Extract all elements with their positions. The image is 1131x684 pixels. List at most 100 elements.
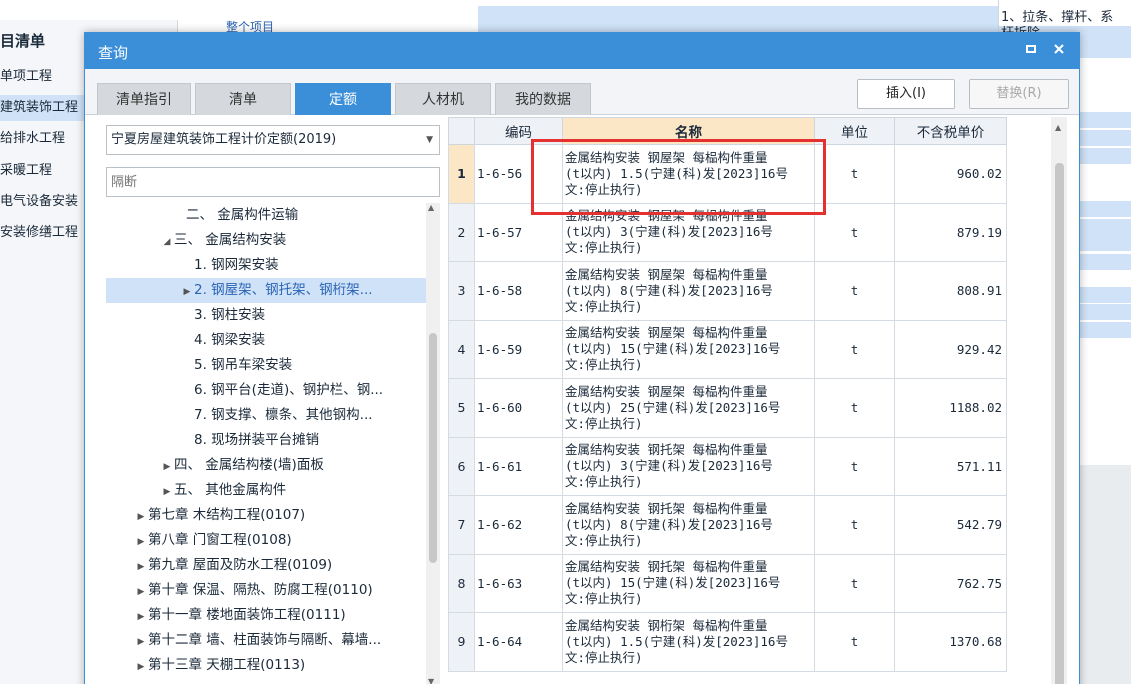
quota-price[interactable]: 1370.68 <box>894 612 1007 672</box>
dialog-titlebar[interactable]: 查询 <box>85 33 1079 69</box>
tree-node[interactable]: ▶ 第十章 保温、隔热、防腐工程(0110) <box>106 578 426 603</box>
table-row[interactable]: 9 1-6-64 金属结构安装 钢桁架 每榀构件重量 (t以内) 1.5(宁建(科… <box>448 612 1007 672</box>
tab-materials[interactable]: 人材机 <box>395 83 491 115</box>
expand-icon: ▶ <box>183 287 191 297</box>
tree-node[interactable]: ▶ 第十二章 墙、柱面装饰与隔断、幕墙... <box>106 628 426 653</box>
tree-node[interactable]: 3. 钢柱安装 <box>106 303 426 328</box>
quota-unit[interactable]: t <box>814 144 895 204</box>
quota-code[interactable]: 1-6-64 <box>474 612 563 672</box>
quota-unit[interactable]: t <box>814 378 895 438</box>
restore-icon[interactable] <box>1019 39 1043 61</box>
tree-node[interactable]: 1. 钢网架安装 <box>106 253 426 278</box>
tree-node[interactable]: ◢ 三、 金属结构安装 <box>106 228 426 253</box>
quota-unit[interactable]: t <box>814 553 895 613</box>
quota-name-line: 金属结构安装 钢托架 每榀构件重量 <box>565 442 768 458</box>
row-index: 5 <box>448 378 475 438</box>
quota-name[interactable]: 金属结构安装 钢托架 每榀构件重量 (t以内) 3(宁建(科)发[2023]16号… <box>562 436 815 496</box>
quota-name-line: 文:停止执行) <box>565 591 643 607</box>
quota-unit[interactable]: t <box>814 202 895 262</box>
quota-code[interactable]: 1-6-58 <box>474 261 563 321</box>
tree-node-selected[interactable]: ▶ 2. 钢屋架、钢托架、钢桁架... <box>106 278 426 303</box>
quota-price[interactable]: 542.79 <box>894 495 1007 555</box>
quota-unit[interactable]: t <box>814 319 895 379</box>
quota-price[interactable]: 1188.02 <box>894 378 1007 438</box>
quota-price[interactable]: 879.19 <box>894 202 1007 262</box>
tree-node[interactable]: ▶ 第七章 木结构工程(0107) <box>106 503 426 528</box>
tree-node-label: 3. 钢柱安装 <box>194 307 266 323</box>
quota-price[interactable]: 762.75 <box>894 553 1007 613</box>
quota-name[interactable]: 金属结构安装 钢托架 每榀构件重量 (t以内) 15(宁建(科)发[2023]16… <box>562 553 815 613</box>
project-item[interactable]: 电气设备安装 <box>0 189 82 215</box>
project-item[interactable]: 采暖工程 <box>0 158 56 184</box>
scroll-up-icon[interactable]: ▲ <box>428 203 434 212</box>
tree-node[interactable]: ▶ 第九章 屋面及防水工程(0109) <box>106 553 426 578</box>
quota-price[interactable]: 808.91 <box>894 261 1007 321</box>
tree-node[interactable]: 5. 钢吊车梁安装 <box>106 353 426 378</box>
tree-node[interactable]: 二、 金属构件运输 <box>106 203 426 228</box>
quota-code[interactable]: 1-6-62 <box>474 495 563 555</box>
quota-name-line: (t以内) 3(宁建(科)发[2023]16号 <box>565 224 773 240</box>
tree-node[interactable]: 7. 钢支撑、檩条、其他钢构... <box>106 403 426 428</box>
quota-library-select[interactable]: 宁夏房屋建筑装饰工程计价定额(2019) ▼ <box>106 125 440 155</box>
quota-unit[interactable]: t <box>814 612 895 672</box>
quota-price[interactable]: 929.42 <box>894 319 1007 379</box>
tree-node[interactable]: ▶ 四、 金属结构楼(墙)面板 <box>106 453 426 478</box>
tab-list[interactable]: 清单 <box>195 83 291 115</box>
quota-name[interactable]: 金属结构安装 钢屋架 每榀构件重量 (t以内) 25(宁建(科)发[2023]16… <box>562 378 815 438</box>
quota-library-value: 宁夏房屋建筑装饰工程计价定额(2019) <box>111 132 337 147</box>
quota-code[interactable]: 1-6-63 <box>474 553 563 613</box>
scroll-up-icon[interactable]: ▲ <box>1055 123 1061 132</box>
tab-quota[interactable]: 定额 <box>295 83 391 115</box>
quota-name-line: 文:停止执行) <box>565 298 643 314</box>
quota-name[interactable]: 金属结构安装 钢屋架 每榀构件重量 (t以内) 8(宁建(科)发[2023]16号… <box>562 261 815 321</box>
table-row[interactable]: 6 1-6-61 金属结构安装 钢托架 每榀构件重量 (t以内) 3(宁建(科)发… <box>448 436 1007 496</box>
scroll-down-icon[interactable]: ▼ <box>428 677 434 684</box>
tree-node[interactable]: ▶ 第十一章 楼地面装饰工程(0111) <box>106 603 426 628</box>
quota-code[interactable]: 1-6-59 <box>474 319 563 379</box>
scroll-thumb[interactable] <box>429 333 437 563</box>
quota-name[interactable]: 金属结构安装 钢托架 每榀构件重量 (t以内) 8(宁建(科)发[2023]16号… <box>562 495 815 555</box>
expand-icon: ▶ <box>137 587 145 597</box>
tree-node[interactable]: 8. 现场拼装平台摊销 <box>106 428 426 453</box>
quota-name[interactable]: 金属结构安装 钢屋架 每榀构件重量 (t以内) 15(宁建(科)发[2023]16… <box>562 319 815 379</box>
table-row[interactable]: 8 1-6-63 金属结构安装 钢托架 每榀构件重量 (t以内) 15(宁建(科)… <box>448 553 1007 613</box>
quota-unit[interactable]: t <box>814 495 895 555</box>
quota-price[interactable]: 960.02 <box>894 144 1007 204</box>
quota-name-line: 文:停止执行) <box>565 474 643 490</box>
tree-node[interactable]: ▶ 第十三章 天棚工程(0113) <box>106 653 426 678</box>
project-item[interactable]: 安装修缮工程 <box>0 220 82 246</box>
column-header-index <box>448 117 475 145</box>
quota-unit[interactable]: t <box>814 261 895 321</box>
column-header-price[interactable]: 不含税单价 <box>894 117 1007 145</box>
column-header-unit[interactable]: 单位 <box>814 117 895 145</box>
insert-button[interactable]: 插入(I) <box>857 79 955 109</box>
scroll-thumb[interactable] <box>1055 163 1064 684</box>
tree-node[interactable]: ▶ 五、 其他金属构件 <box>106 478 426 503</box>
expand-icon: ▶ <box>137 637 145 647</box>
tree-node[interactable]: 6. 钢平台(走道)、钢护栏、钢... <box>106 378 426 403</box>
quota-name-line: (t以内) 15(宁建(科)发[2023]16号 <box>565 341 781 357</box>
quota-name-line: (t以内) 15(宁建(科)发[2023]16号 <box>565 575 781 591</box>
quota-price[interactable]: 571.11 <box>894 436 1007 496</box>
tree-node[interactable]: 4. 钢梁安装 <box>106 328 426 353</box>
tree-scrollbar[interactable]: ▲ ▼ <box>426 203 440 684</box>
quota-name[interactable]: 金属结构安装 钢桁架 每榀构件重量 (t以内) 1.5(宁建(科)发[2023]1… <box>562 612 815 672</box>
tab-my-data[interactable]: 我的数据 <box>495 83 591 115</box>
table-row[interactable]: 4 1-6-59 金属结构安装 钢屋架 每榀构件重量 (t以内) 15(宁建(科)… <box>448 319 1007 379</box>
replace-button[interactable]: 替换(R) <box>969 79 1069 109</box>
table-row[interactable]: 5 1-6-60 金属结构安装 钢屋架 每榀构件重量 (t以内) 25(宁建(科)… <box>448 378 1007 438</box>
quota-code[interactable]: 1-6-60 <box>474 378 563 438</box>
filter-input[interactable] <box>106 167 440 197</box>
project-item[interactable]: 给排水工程 <box>0 126 69 152</box>
quota-name-line: 文:停止执行) <box>565 415 643 431</box>
tree-node[interactable]: ▶ 第八章 门窗工程(0108) <box>106 528 426 553</box>
table-scrollbar[interactable]: ▲ <box>1051 117 1067 684</box>
project-item[interactable]: 单项工程 <box>0 64 56 90</box>
tab-list-guide[interactable]: 清单指引 <box>97 83 191 115</box>
table-row[interactable]: 3 1-6-58 金属结构安装 钢屋架 每榀构件重量 (t以内) 8(宁建(科)发… <box>448 261 1007 321</box>
quota-unit[interactable]: t <box>814 436 895 496</box>
close-icon[interactable] <box>1047 39 1071 61</box>
table-row[interactable]: 7 1-6-62 金属结构安装 钢托架 每榀构件重量 (t以内) 8(宁建(科)发… <box>448 495 1007 555</box>
quota-code[interactable]: 1-6-61 <box>474 436 563 496</box>
annotation-highlight-box <box>531 139 826 215</box>
